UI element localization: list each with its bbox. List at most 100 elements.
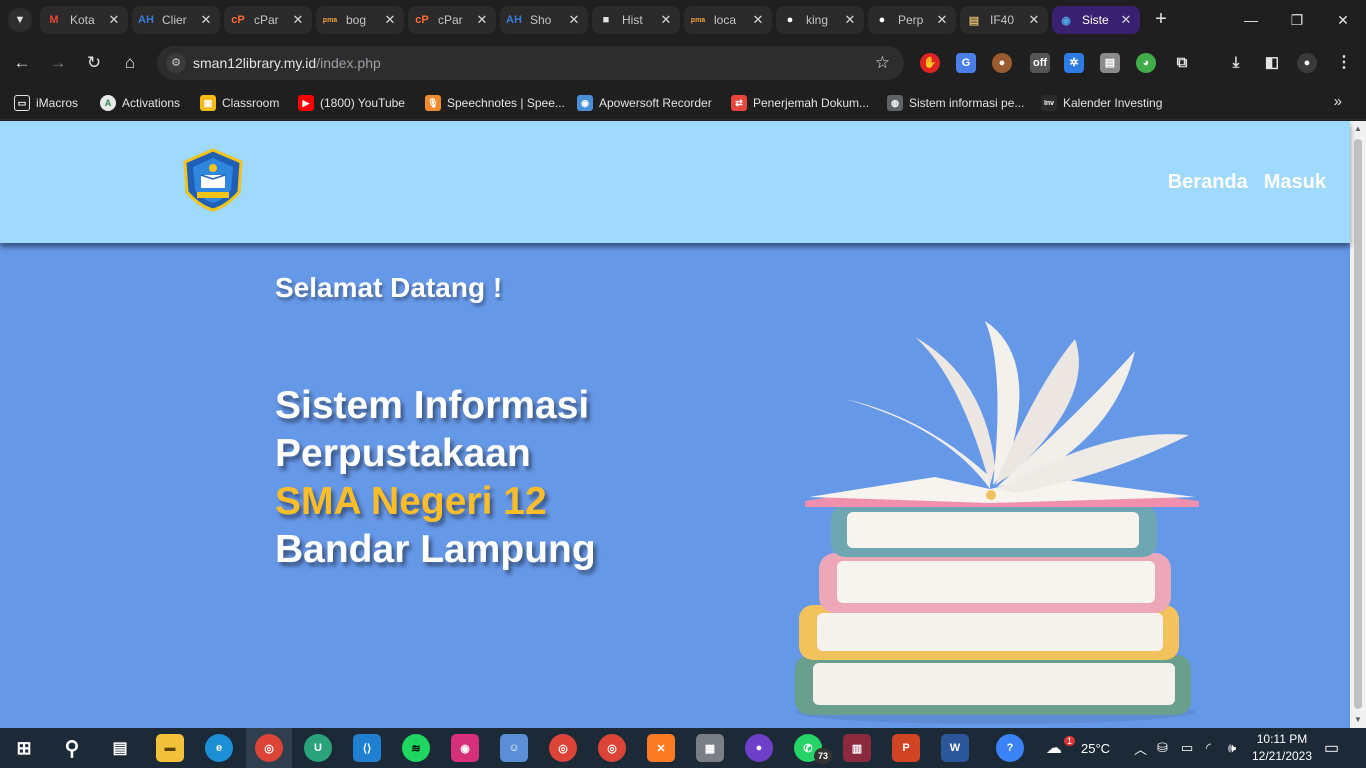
bookmark-item[interactable]: ▶ (1800) YouTube — [298, 93, 405, 113]
browser-tab[interactable]: ■ Hist ✕ — [592, 6, 680, 34]
network-icon[interactable]: ⛁ — [1157, 728, 1168, 768]
weather-temperature: 25°C — [1081, 740, 1111, 756]
battery-icon[interactable]: ▭ — [1181, 728, 1193, 768]
weather-widget[interactable]: ☁ 1 25°C — [1046, 728, 1110, 768]
windows-start-icon[interactable]: ⊞ — [10, 734, 38, 762]
profile-avatar[interactable]: ● — [1297, 53, 1317, 73]
volume-icon[interactable]: 🕪 — [1228, 728, 1236, 768]
search-icon[interactable]: ⚲ — [58, 734, 86, 762]
page-scrollbar[interactable]: ▲ ▼ — [1350, 121, 1366, 728]
scroll-down-arrow-icon[interactable]: ▼ — [1350, 712, 1366, 728]
chrome-profile-icon[interactable]: ◎ — [549, 734, 577, 762]
browser-tab[interactable]: M Kota ✕ — [40, 6, 128, 34]
browser-tab[interactable]: ▤ IF40 ✕ — [960, 6, 1048, 34]
restore-button[interactable]: ❐ — [1274, 0, 1320, 40]
bookmark-item[interactable]: A Activations — [100, 93, 180, 113]
print-extension-icon[interactable]: ▤ — [1100, 53, 1120, 73]
word-icon[interactable]: W — [941, 734, 969, 762]
browser-tab[interactable]: pma bog ✕ — [316, 6, 404, 34]
browser-tab[interactable]: AH Sho ✕ — [500, 6, 588, 34]
extension-stop-icon[interactable]: ✋ — [920, 53, 940, 73]
chrome-menu-icon[interactable]: ⋮ — [1334, 53, 1354, 73]
browser-tab[interactable]: ● Perp ✕ — [868, 6, 956, 34]
bookmark-item[interactable]: ◍ Sistem informasi pe... — [887, 93, 1024, 113]
bookmark-label: iMacros — [36, 96, 79, 110]
school-logo[interactable] — [181, 148, 245, 212]
wifi-icon[interactable]: ◜ — [1206, 728, 1211, 768]
tab-close-icon[interactable]: ✕ — [198, 12, 214, 28]
nav-beranda-link[interactable]: Beranda — [1168, 171, 1248, 194]
bookmark-item[interactable]: ▣ Classroom — [200, 93, 279, 113]
tab-close-icon[interactable]: ✕ — [566, 12, 582, 28]
browser-tab[interactable]: ◉ Siste ✕ — [1052, 6, 1140, 34]
tab-close-icon[interactable]: ✕ — [1118, 12, 1134, 28]
bookmark-label: Activations — [122, 96, 181, 110]
tab-close-icon[interactable]: ✕ — [106, 12, 122, 28]
tab-search-button[interactable]: ▼ — [8, 8, 32, 32]
discord-icon[interactable]: ☺ — [500, 734, 528, 762]
classroom-icon: ▣ — [200, 95, 216, 111]
browser-tab[interactable]: ● king ✕ — [776, 6, 864, 34]
site-info-icon[interactable]: ⚙ — [166, 53, 186, 73]
spotify-icon[interactable]: ≋ — [402, 734, 430, 762]
address-bar[interactable]: ⚙ sman12library.my.id/index.php ☆ — [157, 46, 904, 80]
tray-overflow-icon[interactable]: ︿ — [1134, 728, 1147, 768]
system-clock[interactable]: 10:11 PM 12/21/2023 — [1246, 731, 1318, 765]
reload-button[interactable]: ↻ — [82, 51, 106, 75]
clock-date: 12/21/2023 — [1251, 749, 1313, 763]
bookmark-item[interactable]: ⇄ Penerjemah Dokum... — [731, 93, 869, 113]
browser-tab[interactable]: pma loca ✕ — [684, 6, 772, 34]
browser-tab[interactable]: AH Clier ✕ — [132, 6, 220, 34]
cookie-extension-icon[interactable]: ● — [992, 53, 1012, 73]
tab-close-icon[interactable]: ✕ — [842, 12, 858, 28]
chrome-alt-icon[interactable]: ◎ — [598, 734, 626, 762]
tab-close-icon[interactable]: ✕ — [474, 12, 490, 28]
minimize-button[interactable]: — — [1228, 0, 1274, 40]
upwork-icon[interactable]: U — [304, 734, 332, 762]
instagram-icon[interactable]: ◉ — [451, 734, 479, 762]
side-panel-icon[interactable]: ◧ — [1262, 53, 1282, 73]
downloads-icon[interactable]: ⤓ — [1226, 53, 1246, 73]
extension-off-icon[interactable]: off — [1030, 53, 1050, 73]
bookmark-item[interactable]: 🎙 Speechnotes | Spee... — [425, 93, 565, 113]
extensions-puzzle-icon[interactable]: ⧉ — [1172, 53, 1192, 73]
github-desktop-icon[interactable]: ● — [745, 734, 773, 762]
bookmark-item[interactable]: ◉ Apowersoft Recorder — [577, 93, 712, 113]
tab-close-icon[interactable]: ✕ — [658, 12, 674, 28]
frog-extension-icon[interactable]: ◕ — [1136, 53, 1156, 73]
winrar-icon[interactable]: ▥ — [843, 734, 871, 762]
nav-masuk-link[interactable]: Masuk — [1264, 171, 1326, 194]
vscode-icon[interactable]: ⟨⟩ — [353, 734, 381, 762]
url-text[interactable]: sman12library.my.id/index.php — [193, 55, 381, 71]
scrollbar-thumb[interactable] — [1354, 139, 1362, 709]
task-view-icon[interactable]: ▤ — [106, 734, 134, 762]
xampp-icon[interactable]: ✕ — [647, 734, 675, 762]
tab-close-icon[interactable]: ✕ — [1026, 12, 1042, 28]
tab-close-icon[interactable]: ✕ — [290, 12, 306, 28]
powerpoint-icon[interactable]: P — [892, 734, 920, 762]
home-button[interactable]: ⌂ — [118, 51, 142, 75]
help-icon[interactable]: ? — [996, 734, 1024, 762]
photos-icon[interactable]: ▦ — [696, 734, 724, 762]
google-translate-icon[interactable]: G — [956, 53, 976, 73]
browser-tab[interactable]: cP cPar ✕ — [408, 6, 496, 34]
notifications-icon[interactable]: ▭ — [1324, 728, 1339, 768]
settings-extension-icon[interactable]: ✲ — [1064, 53, 1084, 73]
browser-tab[interactable]: cP cPar ✕ — [224, 6, 312, 34]
tab-close-icon[interactable]: ✕ — [382, 12, 398, 28]
edge-icon[interactable]: e — [205, 734, 233, 762]
close-window-button[interactable]: ✕ — [1320, 0, 1366, 40]
file-explorer-icon[interactable]: ▬ — [156, 734, 184, 762]
tab-close-icon[interactable]: ✕ — [750, 12, 766, 28]
tab-close-icon[interactable]: ✕ — [934, 12, 950, 28]
scroll-up-arrow-icon[interactable]: ▲ — [1350, 121, 1366, 137]
new-tab-button[interactable]: + — [1150, 8, 1172, 32]
bookmarks-overflow-icon[interactable]: » — [1334, 93, 1342, 110]
bookmark-star-icon[interactable]: ☆ — [875, 53, 890, 73]
back-button[interactable]: ← — [10, 51, 34, 75]
chrome-icon[interactable]: ◎ — [255, 734, 283, 762]
chat-icon: ■ — [602, 14, 610, 26]
forward-button[interactable]: → — [46, 51, 70, 75]
bookmark-item[interactable]: Inv Kalender Investing — [1041, 93, 1162, 113]
bookmark-item[interactable]: ▭ iMacros — [14, 93, 78, 113]
